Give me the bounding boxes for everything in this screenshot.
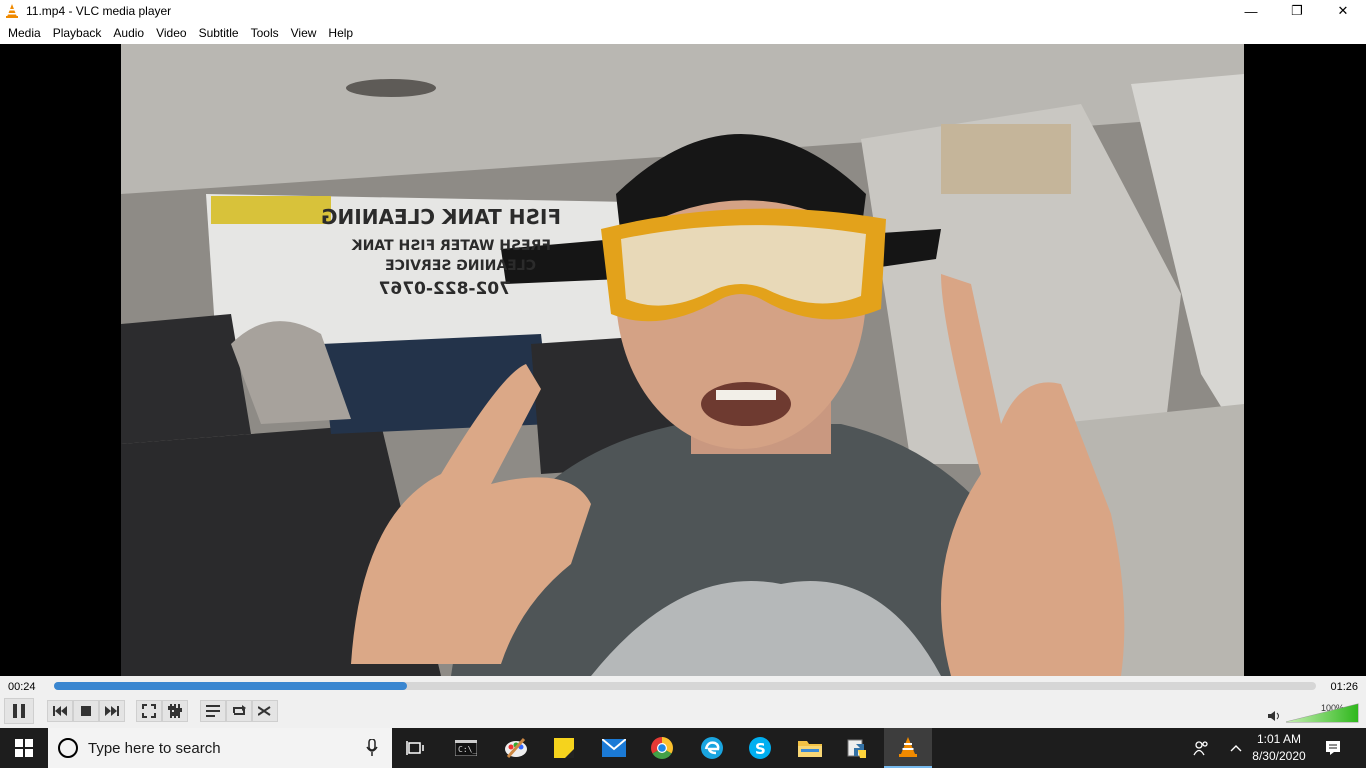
fullscreen-icon bbox=[142, 704, 156, 718]
stop-icon bbox=[81, 706, 91, 716]
chevron-up-icon bbox=[1230, 745, 1242, 752]
taskbar-file-explorer[interactable] bbox=[786, 728, 834, 768]
svg-text:S: S bbox=[755, 740, 766, 758]
window-title: 11.mp4 - VLC media player bbox=[26, 4, 172, 18]
video-frame[interactable]: FISH TANK CLEANING FRESH WATER FISH TANK… bbox=[121, 44, 1244, 676]
show-hidden-icons-button[interactable] bbox=[1226, 728, 1246, 768]
taskbar-vlc[interactable] bbox=[884, 728, 932, 768]
command-prompt-icon: C:\_ bbox=[455, 740, 477, 756]
start-button[interactable] bbox=[0, 728, 48, 768]
paint-icon bbox=[505, 738, 527, 758]
clock-date: 8/30/2020 bbox=[1252, 749, 1306, 763]
notification-icon bbox=[1326, 741, 1340, 755]
player-controls: 00:24 01:26 100% bbox=[0, 676, 1366, 728]
restore-button[interactable]: ❐ bbox=[1274, 0, 1320, 22]
search-placeholder: Type here to search bbox=[88, 739, 221, 757]
taskbar-search-box[interactable]: Type here to search bbox=[48, 728, 392, 768]
menu-help[interactable]: Help bbox=[322, 22, 359, 44]
taskbar-edge[interactable] bbox=[688, 728, 736, 768]
volume-level bbox=[1286, 704, 1358, 722]
folder-icon bbox=[798, 741, 822, 757]
total-time: 01:26 bbox=[1330, 681, 1358, 693]
playlist-icon bbox=[206, 705, 220, 717]
people-button[interactable] bbox=[1188, 728, 1214, 768]
python-icon bbox=[847, 739, 866, 758]
task-view-button[interactable] bbox=[392, 728, 440, 768]
microphone-icon[interactable] bbox=[366, 739, 378, 757]
minimize-button[interactable]: — bbox=[1228, 0, 1274, 22]
people-icon bbox=[1193, 741, 1208, 756]
menu-audio[interactable]: Audio bbox=[107, 22, 150, 44]
loop-icon bbox=[233, 705, 246, 715]
chrome-icon bbox=[651, 737, 673, 759]
skip-back-icon bbox=[53, 706, 67, 716]
taskbar-skype[interactable]: S bbox=[736, 728, 784, 768]
task-view-icon bbox=[406, 741, 424, 755]
skip-forward-icon bbox=[105, 706, 119, 716]
fullscreen-button[interactable] bbox=[136, 700, 162, 722]
menu-media[interactable]: Media bbox=[2, 22, 47, 44]
sticky-notes-icon bbox=[554, 738, 574, 758]
taskbar-mail[interactable] bbox=[590, 728, 638, 768]
seek-bar[interactable] bbox=[54, 682, 1316, 690]
shuffle-icon bbox=[258, 706, 271, 716]
sign-line-4: 702-822-0767 bbox=[379, 279, 511, 299]
menu-bar: Media Playback Audio Video Subtitle Tool… bbox=[0, 22, 1366, 44]
edge-icon bbox=[701, 737, 723, 759]
sign-line-2: FRESH WATER FISH TANK bbox=[351, 238, 551, 254]
menu-playback[interactable]: Playback bbox=[47, 22, 108, 44]
sign-line-3: CLEANING SERVICE bbox=[385, 258, 536, 274]
taskbar-sticky-notes[interactable] bbox=[540, 728, 588, 768]
previous-button[interactable] bbox=[47, 700, 73, 722]
extended-settings-button[interactable] bbox=[162, 700, 188, 722]
taskbar: Type here to search C:\_ S 1:01 AM 8/30/… bbox=[0, 728, 1366, 768]
close-button[interactable]: ✕ bbox=[1320, 0, 1366, 22]
window-controls: — ❐ ✕ bbox=[1228, 0, 1366, 22]
volume-slider[interactable] bbox=[1286, 702, 1360, 724]
pause-icon bbox=[13, 704, 25, 718]
menu-view[interactable]: View bbox=[285, 22, 323, 44]
title-bar: 11.mp4 - VLC media player — ❐ ✕ bbox=[0, 0, 1366, 22]
taskbar-clock[interactable]: 1:01 AM 8/30/2020 bbox=[1248, 731, 1310, 765]
mail-icon bbox=[602, 739, 626, 757]
menu-subtitle[interactable]: Subtitle bbox=[193, 22, 245, 44]
action-center-button[interactable] bbox=[1318, 728, 1348, 768]
speaker-icon[interactable] bbox=[1268, 711, 1280, 721]
stop-button[interactable] bbox=[73, 700, 99, 722]
random-button[interactable] bbox=[252, 700, 278, 722]
skype-icon: S bbox=[749, 737, 771, 759]
svg-text:C:\_: C:\_ bbox=[458, 745, 477, 754]
seek-bar-progress bbox=[54, 682, 408, 690]
pause-button[interactable] bbox=[4, 698, 34, 724]
cortana-icon bbox=[58, 738, 78, 758]
vlc-cone-icon bbox=[6, 4, 18, 18]
equalizer-icon bbox=[168, 704, 182, 718]
next-button[interactable] bbox=[99, 700, 125, 722]
taskbar-python[interactable] bbox=[834, 728, 882, 768]
playlist-button[interactable] bbox=[200, 700, 226, 722]
clock-time: 1:01 AM bbox=[1256, 732, 1302, 746]
taskbar-paint[interactable] bbox=[492, 728, 540, 768]
elapsed-time: 00:24 bbox=[8, 681, 36, 693]
taskbar-command-prompt[interactable]: C:\_ bbox=[442, 728, 490, 768]
menu-tools[interactable]: Tools bbox=[245, 22, 285, 44]
video-content: FISH TANK CLEANING FRESH WATER FISH TANK… bbox=[121, 44, 1244, 676]
menu-video[interactable]: Video bbox=[150, 22, 192, 44]
vlc-icon bbox=[899, 737, 917, 757]
loop-button[interactable] bbox=[226, 700, 252, 722]
windows-icon bbox=[15, 739, 33, 757]
taskbar-chrome[interactable] bbox=[638, 728, 686, 768]
video-area[interactable]: FISH TANK CLEANING FRESH WATER FISH TANK… bbox=[0, 44, 1366, 676]
sign-line-1: FISH TANK CLEANING bbox=[321, 205, 561, 229]
